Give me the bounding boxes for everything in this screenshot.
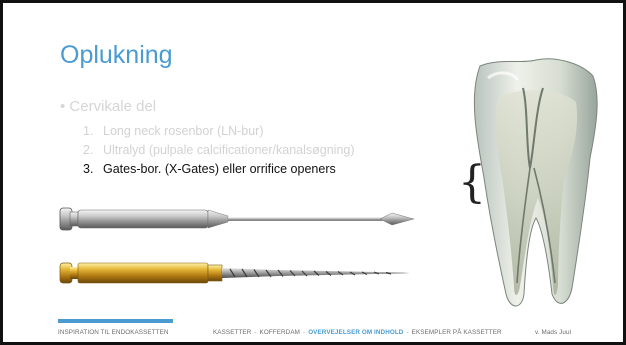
list-item-text: Ultralyd (pulpale calcificationer/kanals… xyxy=(103,143,355,157)
list-item-number: 3. xyxy=(83,162,94,176)
footer-nav-kassetter[interactable]: KASSETTER xyxy=(213,329,251,336)
slide-frame: Oplukning • Cervikale del 1. Long neck ro… xyxy=(0,0,626,345)
list-item-text: Gates-bor. (X-Gates) eller orrifice open… xyxy=(103,162,336,176)
list-item: 2. Ultralyd (pulpale calcificationer/kana… xyxy=(83,143,355,157)
footer-title: INSPIRATION TIL ENDOKASSETTEN xyxy=(58,329,169,336)
list-item: 1. Long neck rosenbor (LN-bur) xyxy=(83,124,264,138)
list-item-active: 3. Gates-bor. (X-Gates) eller orrifice op… xyxy=(83,162,336,176)
footer-nav-eksempler[interactable]: EKSEMPLER PÅ KASSETTER xyxy=(412,329,502,336)
list-item-text: Long neck rosenbor (LN-bur) xyxy=(103,124,264,138)
list-item-number: 2. xyxy=(83,143,94,157)
gold-rotary-file-icon xyxy=(59,262,410,284)
bullet-cervikale: • Cervikale del xyxy=(60,98,157,115)
footer-author: v. Mads Juul xyxy=(535,329,572,336)
footer-accent-bar xyxy=(58,319,173,323)
slide-title: Oplukning xyxy=(60,41,173,69)
footer-nav: KASSETTER - KOFFERDAM - OVERVEJELSER OM INDH… xyxy=(213,329,502,336)
footer-nav-overvejelser[interactable]: OVERVEJELSER OM INDHOLD xyxy=(308,329,403,336)
list-item-number: 1. xyxy=(83,124,94,138)
gates-glidden-drill-icon xyxy=(59,207,415,231)
tooth-cross-section-icon xyxy=(473,58,598,307)
footer-nav-kofferdam[interactable]: KOFFERDAM xyxy=(260,329,300,336)
